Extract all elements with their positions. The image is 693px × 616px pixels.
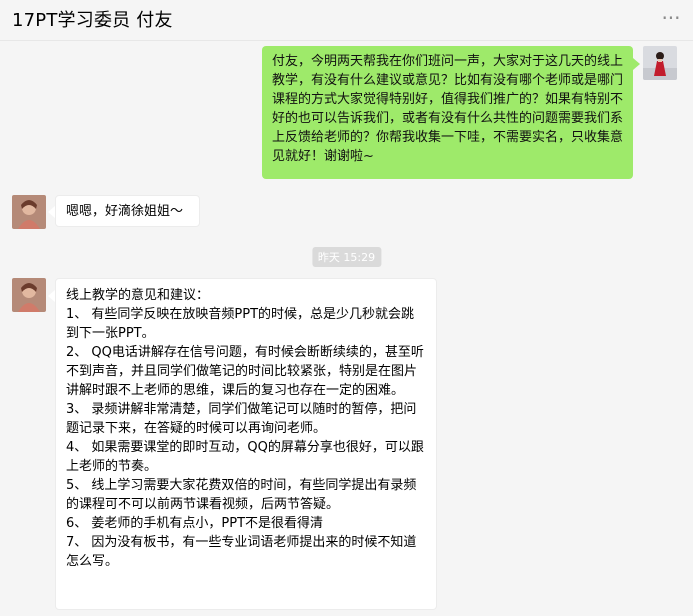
contact-avatar[interactable]	[12, 195, 46, 229]
message-text: 付友，今明两天帮我在你们班问一声，大家对于这几天的线上教学，有没有什么建议或意见…	[272, 54, 624, 164]
list-item: 2、 QQ电话讲解存在信号问题，有时候会断断续续的，甚至听不到声音，并且同学们做…	[66, 345, 424, 398]
list-item: 3、 录频讲解非常清楚，同学们做笔记可以随时的暂停，把问题记录下来，在答疑的时候…	[66, 402, 417, 436]
suggestion-list: 1、 有些同学反映在放映音频PPT的时候，总是少几秒就会跳到下一张PPT。 2、…	[66, 305, 426, 571]
list-item: 4、 如果需要课堂的即时互动，QQ的屏幕分享也很好，可以跟上老师的节奏。	[66, 440, 424, 474]
my-avatar[interactable]	[643, 46, 677, 80]
list-item: 7、 因为没有板书，有一些专业词语老师提出来的时候不知道怎么写。	[66, 535, 417, 569]
more-icon[interactable]: ···	[659, 5, 683, 31]
chat-title: 17PT学习委员 付友	[12, 10, 173, 31]
list-item: 6、 姜老师的手机有点小，PPT不是很看得清	[66, 516, 324, 531]
bubble-tail	[48, 290, 55, 302]
time-stamp: 昨天 15:29	[311, 247, 382, 267]
bubble-tail	[48, 206, 55, 218]
message-bubble-other[interactable]: 嗯嗯，好滴徐姐姐～	[55, 195, 200, 227]
message-bubble-me[interactable]: 付友，今明两天帮我在你们班问一声，大家对于这几天的线上教学，有没有什么建议或意见…	[262, 46, 633, 179]
chat-header: 17PT学习委员 付友 ···	[0, 0, 693, 41]
message-text: 嗯嗯，好滴徐姐姐～	[66, 204, 184, 219]
contact-avatar[interactable]	[12, 278, 46, 312]
message-bubble-other[interactable]: 线上教学的意见和建议： 1、 有些同学反映在放映音频PPT的时候，总是少几秒就会…	[55, 278, 437, 610]
bubble-tail	[633, 58, 640, 70]
list-item: 5、 线上学习需要大家花费双倍的时间，有些同学提出有录频的课程可不可以前两节课看…	[66, 478, 417, 512]
list-item: 1、 有些同学反映在放映音频PPT的时候，总是少几秒就会跳到下一张PPT。	[66, 307, 415, 341]
message-heading: 线上教学的意见和建议：	[66, 288, 210, 303]
